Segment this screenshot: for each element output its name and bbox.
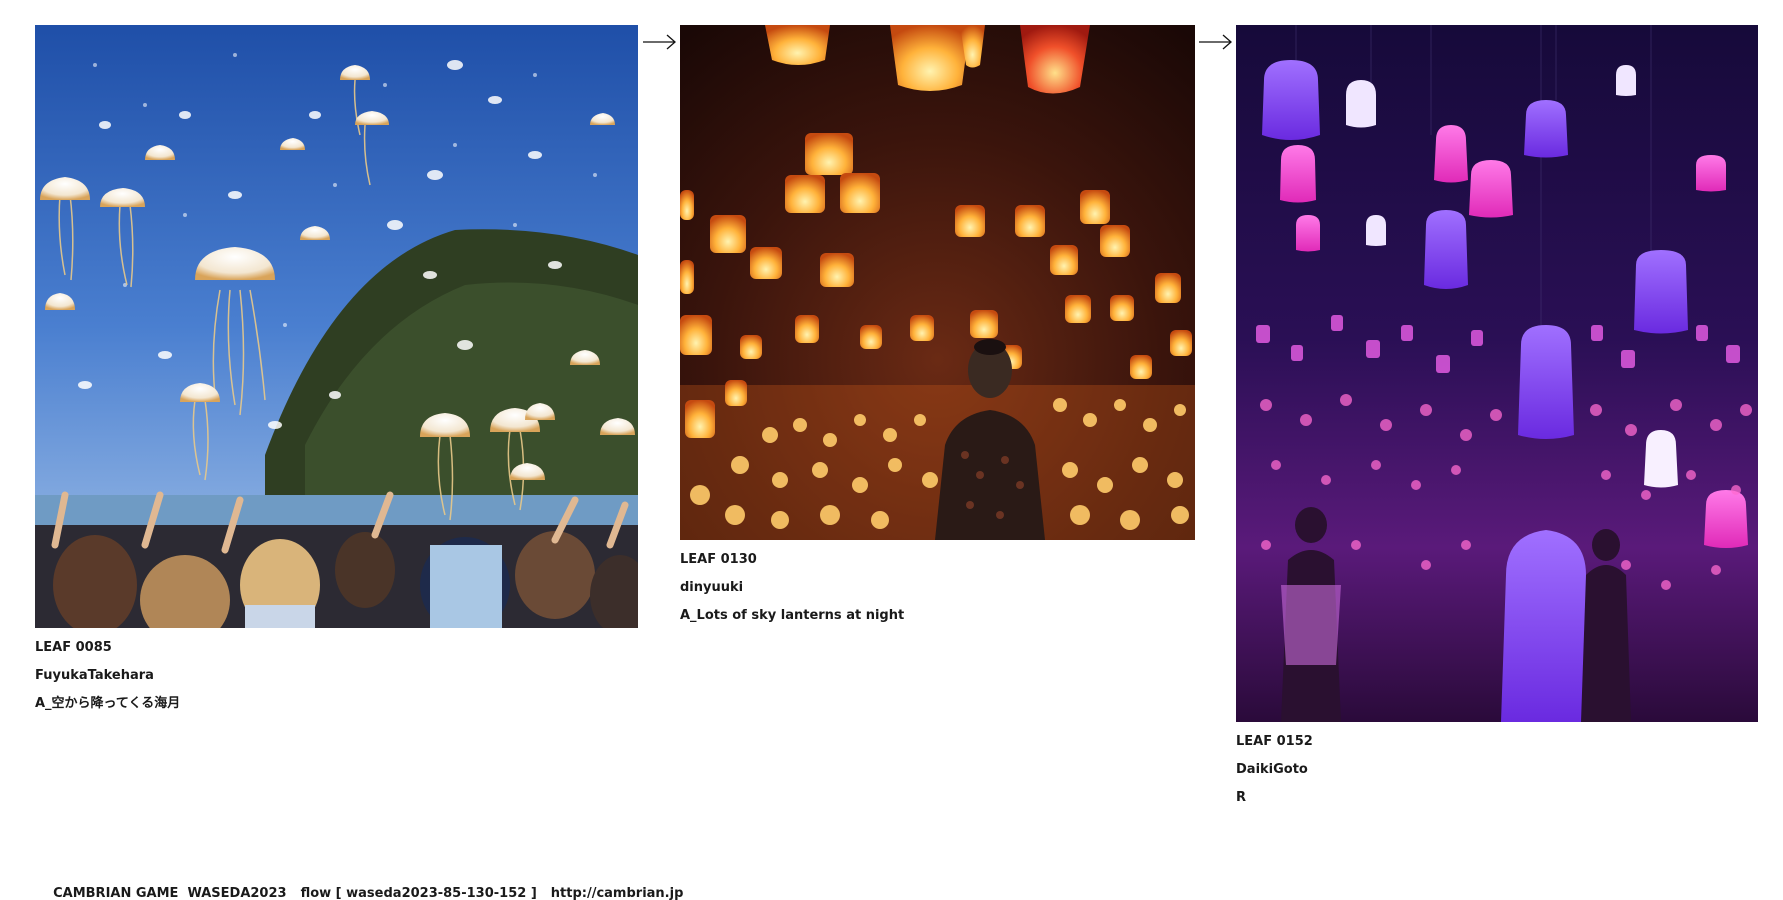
leaf-id[interactable]: LEAF 0152 xyxy=(1236,734,1758,750)
leaf-author[interactable]: FuyukaTakehara xyxy=(35,668,638,684)
leaf-image-lanterns[interactable] xyxy=(680,25,1195,540)
leaf-image-lamps[interactable] xyxy=(1236,25,1758,722)
leaf-id[interactable]: LEAF 0085 xyxy=(35,640,638,656)
footer-flow-label: flow [ waseda2023-85-130-152 ] xyxy=(300,886,537,900)
leaf-title: A_空から降ってくる海月 xyxy=(35,696,181,711)
arrow-right-icon xyxy=(643,34,676,50)
page: LEAF 0085 FuyukaTakehara A_空から降ってくる海月 LE… xyxy=(0,0,1783,900)
jellyfish-image xyxy=(35,25,638,628)
leaf-caption: LEAF 0130 dinyuuki A_Lots of sky lantern… xyxy=(680,552,1195,624)
purple-lamps-image xyxy=(1236,25,1758,722)
leaf-card-0130: LEAF 0130 dinyuuki A_Lots of sky lantern… xyxy=(680,25,1195,636)
leaf-card-0085: LEAF 0085 FuyukaTakehara A_空から降ってくる海月 xyxy=(35,25,638,724)
leaf-caption: LEAF 0152 DaikiGoto R xyxy=(1236,734,1758,806)
leaf-title: R xyxy=(1236,790,1247,805)
footer-game-label: CAMBRIAN GAME WASEDA2023 xyxy=(53,886,287,900)
leaf-title: A_Lots of sky lanterns at night xyxy=(680,608,905,623)
leaf-author[interactable]: dinyuuki xyxy=(680,580,1195,596)
footer: CAMBRIAN GAME WASEDA2023 flow [ waseda202… xyxy=(35,871,697,900)
leaf-id[interactable]: LEAF 0130 xyxy=(680,552,1195,568)
footer-url-link[interactable]: http://cambrian.jp xyxy=(551,886,684,900)
arrow-right-icon xyxy=(1199,34,1232,50)
leaf-image-jellyfish[interactable] xyxy=(35,25,638,628)
sky-lanterns-image xyxy=(680,25,1195,540)
leaf-author[interactable]: DaikiGoto xyxy=(1236,762,1758,778)
leaf-caption: LEAF 0085 FuyukaTakehara A_空から降ってくる海月 xyxy=(35,640,638,712)
leaf-card-0152: LEAF 0152 DaikiGoto R xyxy=(1236,25,1758,818)
